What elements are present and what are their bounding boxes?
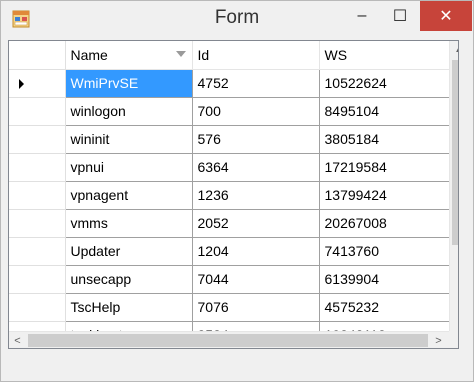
cell-id[interactable]: 2052 — [192, 209, 320, 238]
table-row[interactable]: vpnui 6364 17219584 — [9, 153, 450, 182]
table-row[interactable]: WmiPrvSE 4752 10522624 — [9, 69, 450, 98]
column-header-ws[interactable]: WS — [319, 41, 450, 70]
row-header[interactable] — [9, 237, 66, 266]
cell-name[interactable]: WmiPrvSE — [65, 69, 193, 98]
cell-id[interactable]: 1204 — [192, 237, 320, 266]
title-bar[interactable]: Form – ☐ ✕ — [1, 1, 473, 38]
cell-id[interactable]: 576 — [192, 125, 320, 154]
column-header-label: Id — [197, 46, 210, 63]
grid-table: Name Id WS WmiPrvSE 4752 10522624 winlogon 7… — [9, 41, 450, 348]
cell-ws[interactable]: 7413760 — [319, 237, 450, 266]
table-row[interactable]: TscHelp 7076 4575232 — [9, 293, 450, 322]
table-row[interactable]: winlogon 700 8495104 — [9, 97, 450, 126]
table-row[interactable]: wininit 576 3805184 — [9, 125, 450, 154]
minimize-icon: – — [357, 7, 367, 24]
cell-name[interactable]: unsecapp — [65, 265, 193, 294]
column-header-label: WS — [324, 46, 348, 63]
cell-name[interactable]: vpnagent — [65, 181, 193, 210]
horizontal-scroll-thumb[interactable] — [28, 334, 428, 347]
table-row[interactable]: unsecapp 7044 6139904 — [9, 265, 450, 294]
cell-ws[interactable]: 8495104 — [319, 97, 450, 126]
table-row[interactable]: Updater 1204 7413760 — [9, 237, 450, 266]
cell-id[interactable]: 1236 — [192, 181, 320, 210]
cell-ws[interactable]: 13799424 — [319, 181, 450, 210]
cell-ws[interactable]: 3805184 — [319, 125, 450, 154]
scrollbar-corner — [449, 331, 458, 348]
row-header[interactable] — [9, 209, 66, 238]
vertical-scrollbar[interactable]: ▲ — [449, 41, 458, 331]
row-header[interactable] — [9, 153, 66, 182]
column-header-id[interactable]: Id — [192, 41, 320, 70]
column-header-label: Name — [70, 46, 108, 63]
select-all-corner[interactable] — [9, 41, 66, 70]
scroll-right-icon[interactable]: > — [430, 332, 447, 348]
cell-id[interactable]: 6364 — [192, 153, 320, 182]
table-row[interactable]: vpnagent 1236 13799424 — [9, 181, 450, 210]
horizontal-scrollbar[interactable]: < > — [9, 331, 449, 348]
maximize-button[interactable]: ☐ — [377, 1, 423, 31]
cell-name[interactable]: vpnui — [65, 153, 193, 182]
header-row: Name Id WS — [9, 41, 450, 70]
form-window: Form – ☐ ✕ Name Id WS WmiPrvSE 4752 1052… — [0, 0, 474, 382]
table-row[interactable]: vmms 2052 20267008 — [9, 209, 450, 238]
cell-ws[interactable]: 20267008 — [319, 209, 450, 238]
scroll-up-icon[interactable]: ▲ — [450, 41, 458, 58]
cell-id[interactable]: 7076 — [192, 293, 320, 322]
close-icon: ✕ — [439, 8, 453, 25]
row-header[interactable] — [9, 125, 66, 154]
row-header[interactable] — [9, 181, 66, 210]
close-button[interactable]: ✕ — [420, 1, 472, 31]
cell-name[interactable]: TscHelp — [65, 293, 193, 322]
cell-id[interactable]: 700 — [192, 97, 320, 126]
cell-ws[interactable]: 17219584 — [319, 153, 450, 182]
cell-name[interactable]: vmms — [65, 209, 193, 238]
cell-ws[interactable]: 10522624 — [319, 69, 450, 98]
row-header[interactable] — [9, 97, 66, 126]
vertical-scroll-thumb[interactable] — [452, 60, 458, 245]
cell-ws[interactable]: 6139904 — [319, 265, 450, 294]
process-data-grid[interactable]: Name Id WS WmiPrvSE 4752 10522624 winlogon 7… — [8, 40, 459, 349]
scroll-left-icon[interactable]: < — [9, 332, 26, 348]
cell-ws[interactable]: 4575232 — [319, 293, 450, 322]
row-header[interactable] — [9, 293, 66, 322]
cell-name[interactable]: winlogon — [65, 97, 193, 126]
column-header-name[interactable]: Name — [65, 41, 193, 70]
current-row-icon — [19, 78, 24, 89]
cell-name[interactable]: Updater — [65, 237, 193, 266]
cell-id[interactable]: 4752 — [192, 69, 320, 98]
sort-descending-icon — [175, 51, 186, 57]
cell-name[interactable]: wininit — [65, 125, 193, 154]
grid-body: WmiPrvSE 4752 10522624 winlogon 700 8495104 wi… — [9, 69, 450, 348]
maximize-icon: ☐ — [392, 8, 408, 25]
row-header[interactable] — [9, 69, 66, 98]
cell-id[interactable]: 7044 — [192, 265, 320, 294]
row-header[interactable] — [9, 265, 66, 294]
